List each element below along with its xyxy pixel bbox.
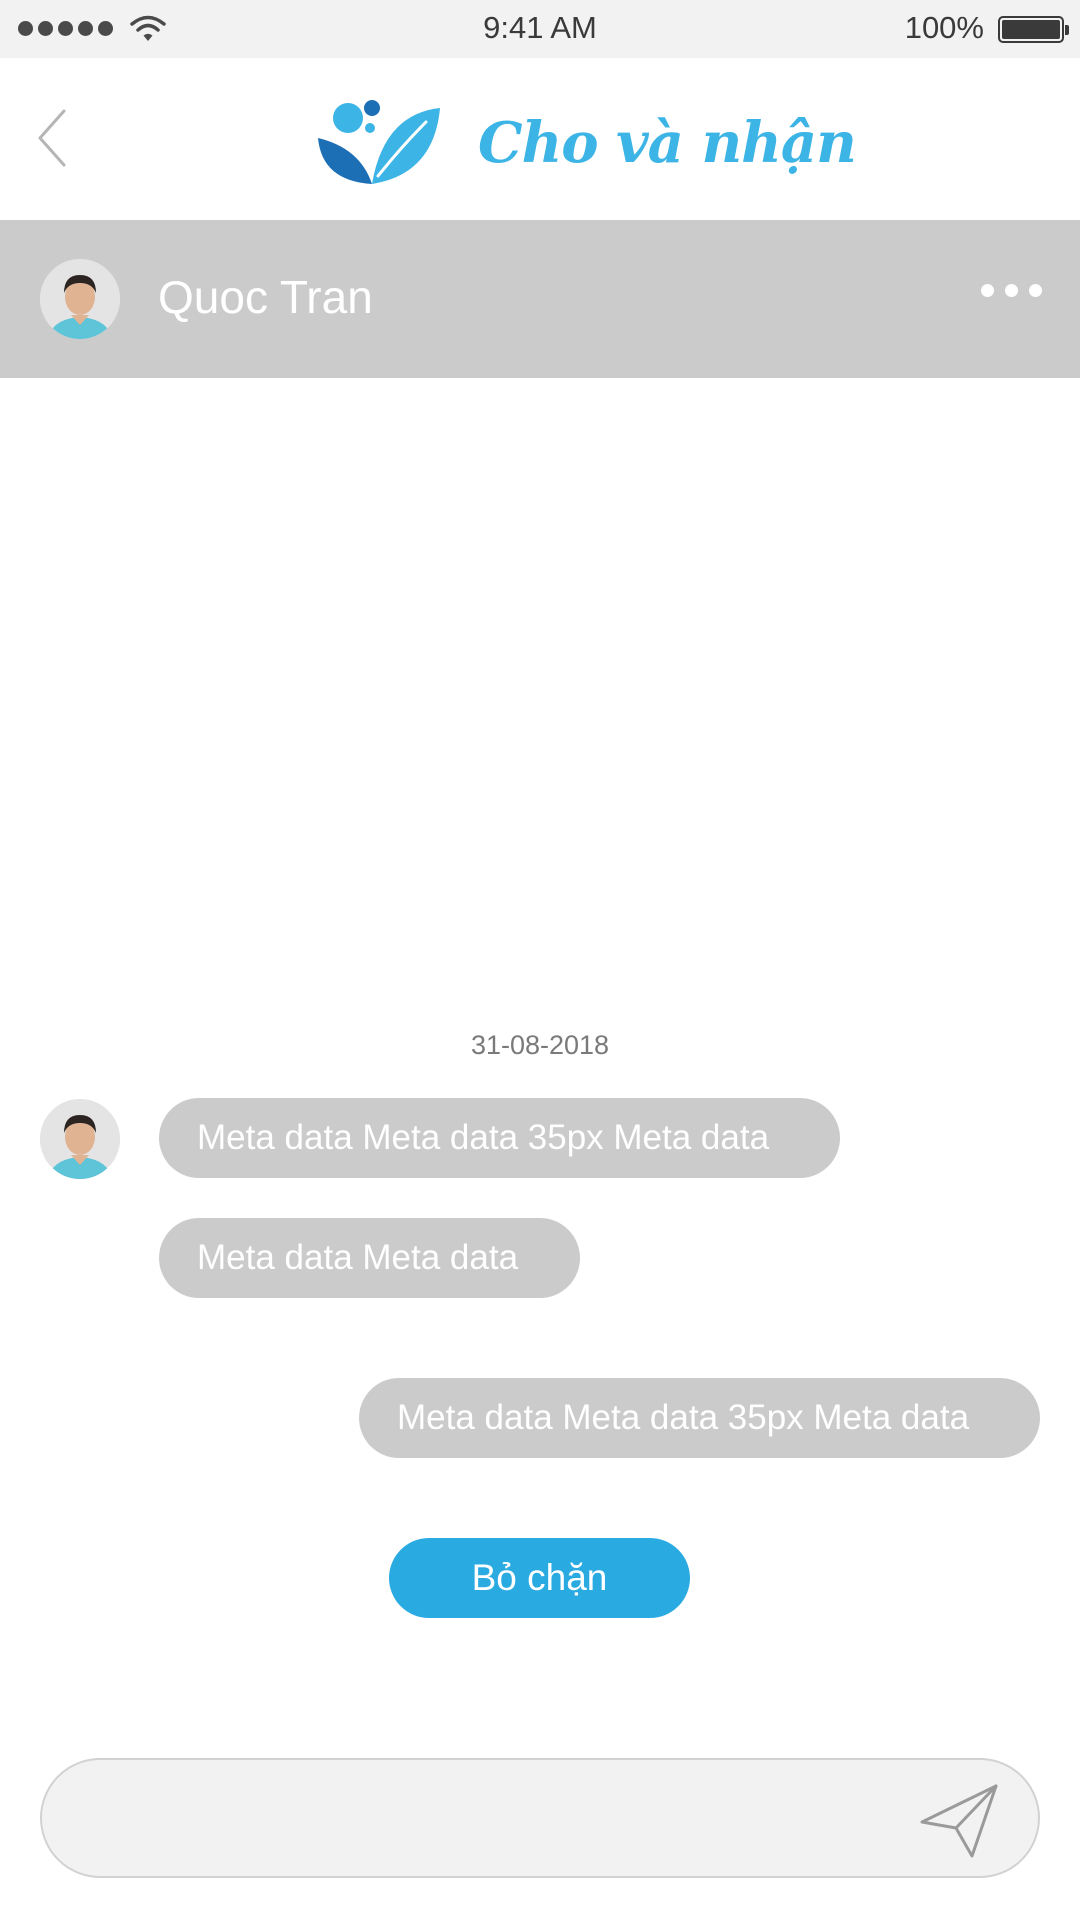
- contact-avatar[interactable]: [40, 259, 120, 339]
- chat-date: 31-08-2018: [470, 1030, 610, 1060]
- sender-avatar[interactable]: [40, 1099, 120, 1179]
- message-bubble-incoming[interactable]: Meta data Meta data: [159, 1218, 580, 1298]
- contact-bar: Quoc Tran: [0, 220, 1080, 378]
- message-composer: [40, 1758, 1040, 1878]
- logo-text: Cho và nhận: [478, 110, 857, 176]
- avatar-image: [40, 259, 120, 339]
- back-button[interactable]: [30, 103, 80, 173]
- status-bar: 9:41 AM 100%: [0, 0, 1080, 58]
- unblock-button[interactable]: Bỏ chặn: [389, 1538, 690, 1618]
- avatar-image: [40, 1099, 120, 1179]
- app-header: Cho và nhận: [0, 58, 1080, 220]
- message-bubble-incoming[interactable]: Meta data Meta data 35px Meta data: [159, 1098, 840, 1178]
- leaf-logo-icon: [318, 100, 440, 184]
- battery-icon: [998, 16, 1069, 43]
- message-input[interactable]: [82, 1780, 902, 1860]
- more-options-button[interactable]: [972, 275, 1042, 305]
- battery-percent: 100%: [904, 10, 984, 45]
- send-icon[interactable]: [916, 1780, 1002, 1860]
- more-dots-icon: [981, 283, 994, 297]
- contact-name: Quoc Tran: [158, 271, 373, 323]
- message-bubble-outgoing[interactable]: Meta data Meta data 35px Meta data: [359, 1378, 1040, 1458]
